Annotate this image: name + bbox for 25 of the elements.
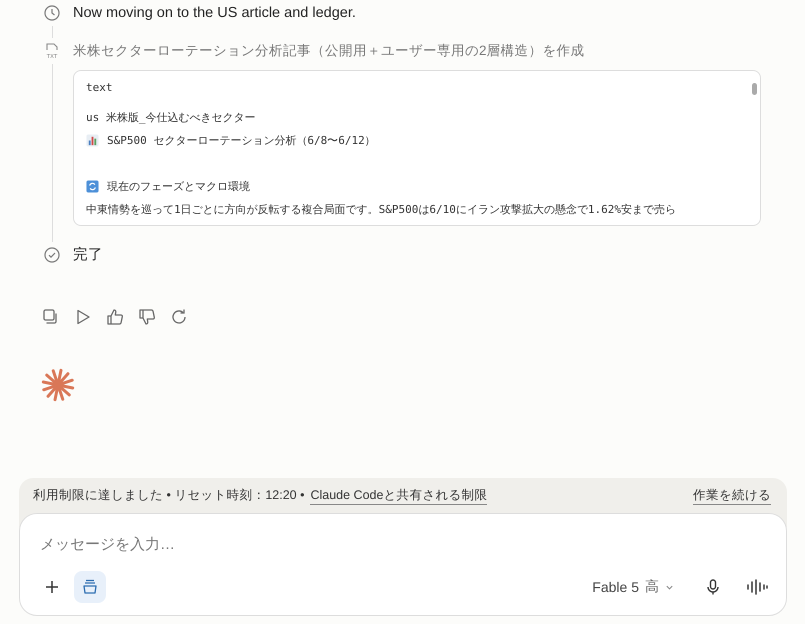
basket-icon [81,578,99,596]
step-text: 完了 [73,246,104,264]
thumbs-down-icon[interactable] [138,308,156,326]
voice-waveform-icon[interactable] [746,578,768,596]
check-circle-icon [43,246,61,264]
shared-limit-link[interactable]: Claude Codeと共有される制限 [310,487,488,505]
code-line: 現在のフェーズとマクロ環境 [107,179,250,194]
continue-link[interactable]: 作業を続ける [693,487,771,505]
refresh-icon [86,180,99,193]
message-input[interactable]: メッセージを入力… [38,532,772,557]
starburst-logo-icon [41,368,75,402]
clock-icon [43,4,61,22]
bar-chart-icon [86,134,99,147]
plus-icon[interactable] [44,579,60,595]
step-text: Now moving on to the US article and ledger. [73,4,357,22]
code-line: S&P500 セクターローテーション分析（6/8〜6/12） [107,133,376,148]
model-selector[interactable]: Fable 5 高 [586,577,680,597]
limit-message: 利用制限に達しました • リセット時刻：12:20 • [33,487,304,504]
code-line: us 米株版_今仕込むべきセクター [86,110,256,125]
retry-icon[interactable] [170,308,188,326]
thumbs-up-icon[interactable] [106,308,124,326]
step-text: 米株セクターローテーション分析記事（公開用＋ユーザー専用の2層構造）を作成 [73,42,586,60]
code-language: text [86,81,114,94]
tool-button[interactable] [74,571,106,603]
code-line: 中東情勢を巡って1日ごとに方向が反転する複合局面です。S&P500は6/10にイラン攻撃拡大の懸念で1.62%安まで売ら [86,202,676,217]
